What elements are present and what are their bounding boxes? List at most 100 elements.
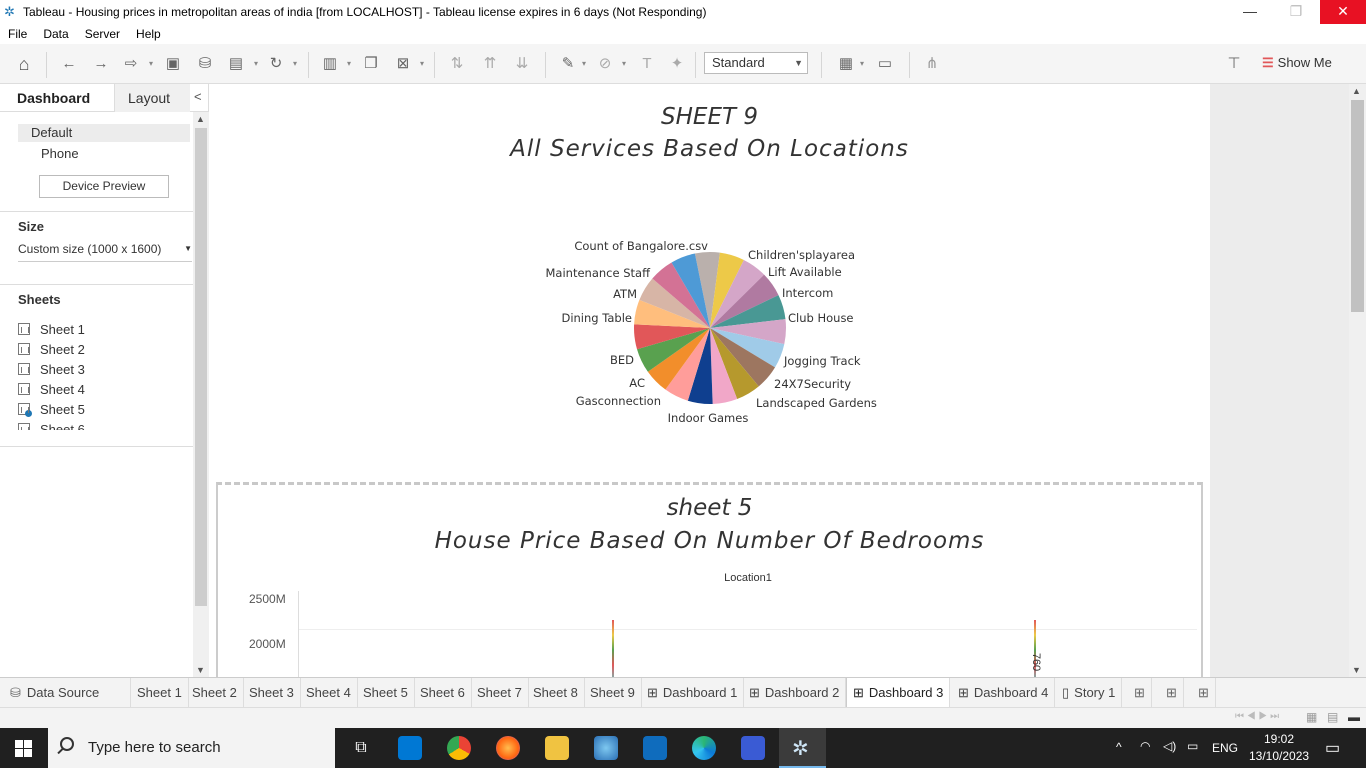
scrollbar-thumb[interactable]: [195, 128, 207, 606]
scroll-up-icon[interactable]: ▲: [1352, 86, 1361, 96]
tabs-view-icon[interactable]: ▬: [1348, 710, 1360, 724]
home-icon[interactable]: ⌂: [13, 54, 35, 74]
tab-sheet-1[interactable]: Sheet 1: [131, 678, 189, 708]
grid-view-icon[interactable]: ▦: [1306, 710, 1317, 724]
scrollbar-thumb[interactable]: [1351, 100, 1364, 312]
language-indicator[interactable]: ENG: [1212, 741, 1238, 755]
tab-sheet-4[interactable]: Sheet 4: [300, 678, 358, 708]
sheet5-subtitle: House Price Based On Number Of Bedrooms: [434, 528, 985, 554]
scroll-down-icon[interactable]: ▼: [196, 665, 205, 675]
tab-dashboard-2[interactable]: ⊞ Dashboard 2: [743, 678, 847, 708]
dashboard-scrollbar[interactable]: ▲ ▼: [1349, 84, 1366, 677]
network-icon[interactable]: ◠: [1140, 739, 1150, 753]
sheet-list-item[interactable]: Sheet 4: [18, 382, 85, 398]
tab-dashboard-1[interactable]: ⊞ Dashboard 1: [641, 678, 745, 708]
size-select[interactable]: Custom size (1000 x 1600) ▼: [18, 242, 192, 262]
tab-dashboard-4[interactable]: ⊞ Dashboard 4: [952, 678, 1056, 708]
store-icon[interactable]: [398, 736, 422, 760]
task-view-icon[interactable]: ⧉: [349, 736, 373, 760]
windows-start-icon[interactable]: [15, 740, 32, 757]
tab-sheet-7[interactable]: Sheet 7: [471, 678, 529, 708]
menu-file[interactable]: File: [0, 24, 35, 44]
tab-nav-icon[interactable]: ⏮ ◀ ▶ ⏭: [1235, 711, 1279, 722]
swap-icon[interactable]: ⇨: [120, 54, 142, 74]
show-hidden-icons[interactable]: ^: [1116, 740, 1122, 754]
collapse-panel-icon[interactable]: <: [194, 89, 202, 104]
swap-rows-icon[interactable]: ⇅: [446, 54, 468, 74]
new-worksheet-icon[interactable]: ⊞: [1128, 678, 1152, 708]
services-pie-chart[interactable]: Children'splayarea Lift Available Intercom…: [209, 84, 1210, 484]
share-icon[interactable]: ⋔: [921, 54, 943, 74]
tab-sheet-3[interactable]: Sheet 3: [243, 678, 301, 708]
sheet-list-item[interactable]: Sheet 3: [18, 362, 85, 378]
menu-server[interactable]: Server: [77, 24, 128, 44]
new-story-icon[interactable]: ⊞: [1192, 678, 1216, 708]
sheet-label: Sheet 2: [40, 342, 85, 357]
notification-icon[interactable]: ▭: [1325, 738, 1340, 758]
sheet-list-item[interactable]: Sheet 1: [18, 322, 85, 338]
scroll-down-icon[interactable]: ▼: [1352, 665, 1361, 675]
tab-sheet-2[interactable]: Sheet 2: [186, 678, 244, 708]
tableau-taskbar-button[interactable]: ✲: [779, 728, 826, 768]
story-icon: ▯: [1062, 685, 1070, 700]
highlight-icon[interactable]: ✎: [557, 54, 579, 74]
scroll-up-icon[interactable]: ▲: [196, 114, 205, 124]
volume-icon[interactable]: ◁): [1163, 739, 1176, 753]
refresh-icon[interactable]: ↻: [265, 54, 287, 74]
minimize-button[interactable]: —: [1227, 0, 1273, 24]
new-dashboard-icon[interactable]: ⊞: [1160, 678, 1184, 708]
pie-slice-label: 24X7Security: [774, 377, 851, 391]
close-button[interactable]: ✕: [1320, 0, 1366, 24]
labels-icon[interactable]: T: [636, 54, 658, 74]
duplicate-icon[interactable]: ❐: [360, 54, 382, 74]
group-icon[interactable]: ⊘: [594, 54, 616, 74]
sort-descending-icon[interactable]: ⇊: [511, 54, 533, 74]
new-datasource-icon[interactable]: ⛁: [194, 54, 216, 74]
mail-icon[interactable]: [643, 736, 667, 760]
menu-data[interactable]: Data: [35, 24, 76, 44]
tab-sheet-5[interactable]: Sheet 5: [357, 678, 415, 708]
cards-icon[interactable]: ▦: [835, 54, 857, 74]
presentation-icon[interactable]: ▭: [874, 54, 896, 74]
menu-help[interactable]: Help: [128, 24, 169, 44]
tab-layout[interactable]: Layout: [114, 84, 190, 112]
tab-story-1[interactable]: ▯ Story 1: [1056, 678, 1123, 708]
tab-dashboard[interactable]: Dashboard: [0, 84, 114, 112]
side-panel-scrollbar[interactable]: ▲ ▼: [193, 112, 209, 677]
sort-ascending-icon[interactable]: ⇈: [479, 54, 501, 74]
paste-icon[interactable]: ▤: [225, 54, 247, 74]
maximize-button[interactable]: ❐: [1273, 0, 1319, 24]
edge-icon[interactable]: [692, 736, 716, 760]
app-icon[interactable]: [594, 736, 618, 760]
bar-mark[interactable]: [612, 620, 614, 680]
firefox-icon[interactable]: [496, 736, 520, 760]
sheet-list-item[interactable]: Sheet 6: [18, 422, 85, 430]
sheet-list-item[interactable]: Sheet 2: [18, 342, 85, 358]
tab-sheet-8[interactable]: Sheet 8: [527, 678, 585, 708]
clear-sheet-icon[interactable]: ⊠: [392, 54, 414, 74]
sheet-list-item[interactable]: Sheet 5: [18, 402, 85, 418]
format-icon[interactable]: ⊤: [1223, 54, 1245, 74]
battery-icon[interactable]: ▭: [1187, 739, 1198, 753]
clock-time[interactable]: 19:02: [1264, 732, 1294, 746]
undo-icon[interactable]: ←: [58, 54, 80, 74]
device-preview-button[interactable]: Device Preview: [39, 175, 169, 198]
file-explorer-icon[interactable]: [545, 736, 569, 760]
tab-dashboard-3[interactable]: ⊞ Dashboard 3: [846, 678, 951, 708]
clock-date[interactable]: 13/10/2023: [1249, 749, 1309, 763]
new-worksheet-icon[interactable]: ▥: [319, 54, 341, 74]
show-me-button[interactable]: ☰ Show Me: [1262, 55, 1332, 71]
pin-icon[interactable]: ✦: [666, 54, 688, 74]
save-icon[interactable]: ▣: [162, 54, 184, 74]
chrome-icon[interactable]: [447, 736, 471, 760]
device-phone[interactable]: Phone: [41, 146, 79, 161]
tab-sheet-9[interactable]: Sheet 9: [584, 678, 642, 708]
tab-sheet-6[interactable]: Sheet 6: [414, 678, 472, 708]
taskbar-search-input[interactable]: Type here to search: [48, 728, 335, 768]
tab-data-source[interactable]: ⛁ Data Source: [4, 678, 131, 708]
filmstrip-icon[interactable]: ▤: [1327, 710, 1338, 724]
device-default[interactable]: Default: [18, 124, 190, 142]
app-icon[interactable]: [741, 736, 765, 760]
redo-icon[interactable]: →: [90, 54, 112, 74]
view-mode-select[interactable]: Standard ▼: [704, 52, 808, 74]
